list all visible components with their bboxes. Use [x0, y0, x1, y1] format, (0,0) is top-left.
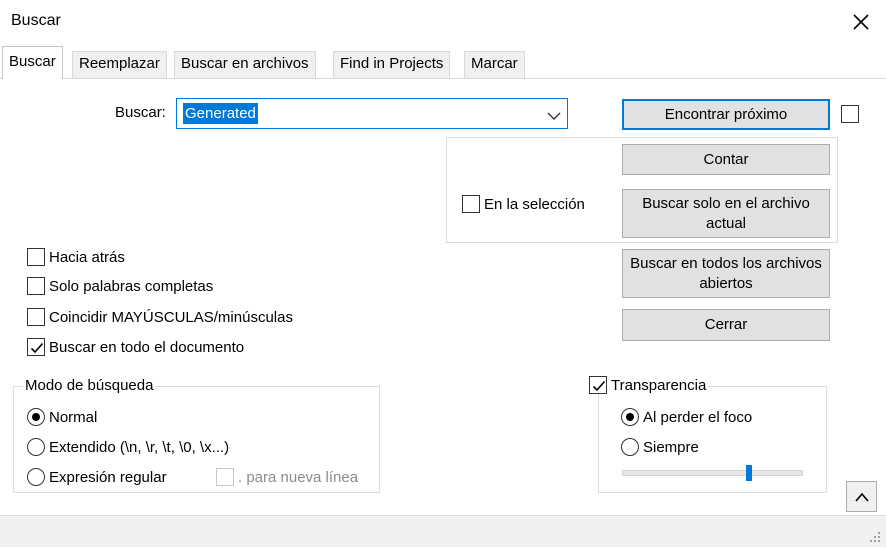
radio-circle[interactable] — [27, 468, 45, 486]
radio-circle[interactable] — [621, 408, 639, 426]
tab-buscar-en-archivos[interactable]: Buscar en archivos — [174, 51, 316, 78]
resize-grip-icon[interactable] — [868, 530, 882, 544]
mode-normal-label: Normal — [49, 408, 98, 426]
tab-marcar[interactable]: Marcar — [464, 51, 525, 78]
always-label: Siempre — [643, 438, 699, 456]
checkbox-box[interactable] — [216, 468, 234, 486]
tab-find-in-projects[interactable]: Find in Projects — [333, 51, 451, 78]
in-selection-checkbox[interactable]: En la selección — [462, 195, 585, 213]
in-selection-label: En la selección — [484, 195, 585, 213]
transparency-on-lose-focus-radio[interactable]: Al perder el foco — [621, 408, 752, 426]
chevron-up-icon — [854, 492, 869, 502]
checkmark-icon — [30, 342, 44, 354]
match-case-label: Coincidir MAYÚSCULAS/minúsculas — [49, 308, 293, 326]
checkbox-box[interactable] — [589, 376, 607, 394]
wrap-around-label: Buscar en todo el documento — [49, 338, 245, 356]
whole-word-label: Solo palabras completas — [49, 277, 214, 295]
transparency-always-radio[interactable]: Siempre — [621, 438, 699, 456]
radio-circle[interactable] — [621, 438, 639, 456]
count-button[interactable]: Contar — [622, 144, 830, 175]
mode-extended-label: Extendido (\n, \r, \t, \0, \x...) — [49, 438, 230, 456]
checkmark-icon — [592, 380, 606, 392]
chevron-down-icon[interactable] — [547, 108, 561, 120]
search-input[interactable]: Generated — [183, 103, 258, 124]
backward-label: Hacia atrás — [49, 248, 125, 266]
transparency-checkbox[interactable]: Transparencia — [587, 376, 709, 394]
find-next-extra-checkbox[interactable] — [841, 105, 863, 123]
wrap-around-checkbox[interactable]: Buscar en todo el documento — [27, 338, 244, 356]
window-title: Buscar — [11, 12, 61, 29]
radio-circle[interactable] — [27, 408, 45, 426]
close-icon[interactable] — [848, 9, 874, 35]
dot-newline-label: . para nueva línea — [238, 468, 359, 486]
find-next-button[interactable]: Encontrar próximo — [622, 99, 830, 130]
mode-regex-label: Expresión regular — [49, 468, 167, 486]
checkbox-box[interactable] — [27, 338, 45, 356]
transparency-slider-thumb[interactable] — [745, 465, 752, 481]
search-label: Buscar: — [115, 104, 166, 121]
status-bar — [0, 515, 886, 547]
backward-checkbox[interactable]: Hacia atrás — [27, 248, 125, 266]
search-mode-legend: Modo de búsqueda — [23, 377, 156, 394]
tab-reemplazar[interactable]: Reemplazar — [72, 51, 167, 78]
mode-normal-radio[interactable]: Normal — [27, 408, 97, 426]
find-in-current-button[interactable]: Buscar solo en el archivo actual — [622, 189, 830, 238]
on-lose-focus-label: Al perder el foco — [643, 408, 753, 426]
match-case-checkbox[interactable]: Coincidir MAYÚSCULAS/minúsculas — [27, 308, 293, 326]
mode-extended-radio[interactable]: Extendido (\n, \r, \t, \0, \x...) — [27, 438, 229, 456]
search-combobox[interactable]: Generated — [176, 98, 568, 129]
radio-circle[interactable] — [27, 438, 45, 456]
tab-strip-divider — [0, 78, 886, 79]
mode-regex-radio[interactable]: Expresión regular — [27, 468, 167, 486]
transparency-label: Transparencia — [611, 376, 707, 394]
dot-newline-checkbox[interactable]: . para nueva línea — [216, 468, 358, 486]
checkbox-box[interactable] — [27, 248, 45, 266]
close-button[interactable]: Cerrar — [622, 309, 830, 341]
find-in-all-open-button[interactable]: Buscar en todos los archivos abiertos — [622, 249, 830, 298]
transparency-slider-track[interactable] — [622, 470, 803, 476]
collapse-button[interactable] — [846, 481, 877, 512]
checkbox-box[interactable] — [462, 195, 480, 213]
checkbox-box[interactable] — [27, 308, 45, 326]
whole-word-checkbox[interactable]: Solo palabras completas — [27, 277, 213, 295]
checkbox-box[interactable] — [27, 277, 45, 295]
tab-buscar[interactable]: Buscar — [2, 46, 63, 79]
checkbox-box[interactable] — [841, 105, 859, 123]
